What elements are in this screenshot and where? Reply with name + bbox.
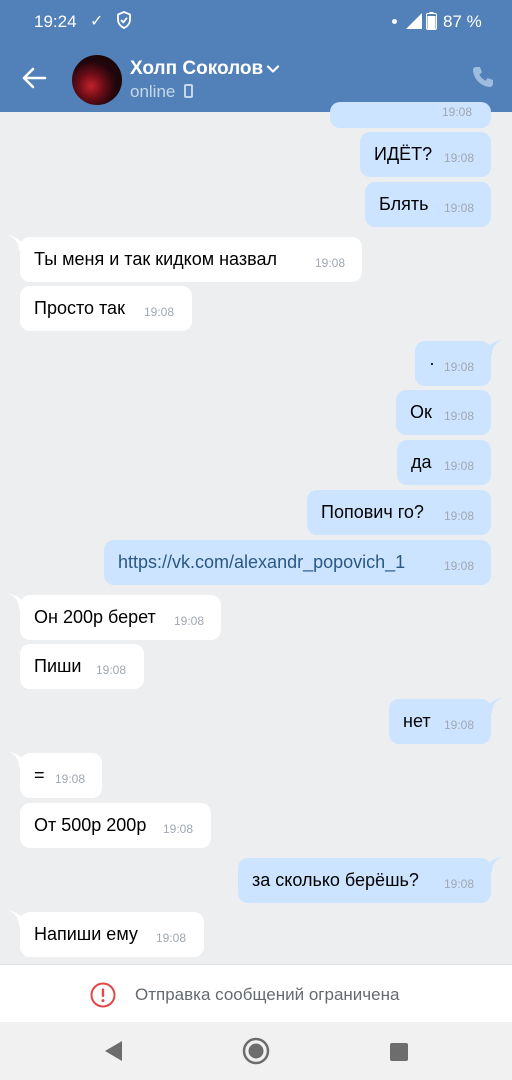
message-time: 19:08 <box>444 559 475 573</box>
message-outgoing[interactable]: Блять 19:08 <box>365 182 491 227</box>
message-incoming[interactable]: Напиши ему 19:08 <box>20 912 204 957</box>
message-outgoing[interactable]: за сколько берёшь? 19:08 <box>238 858 491 903</box>
message-text: Просто так <box>34 298 125 318</box>
message-time: 19:08 <box>163 822 194 836</box>
nav-recents-icon[interactable] <box>390 1043 408 1061</box>
message-link[interactable]: https://vk.com/alexandr_popovich_1 <box>118 552 405 573</box>
message-time: 19:08 <box>174 614 205 628</box>
message-text: Напиши ему <box>34 924 138 944</box>
message-time: 19:08 <box>444 509 475 523</box>
chat-header: 19:24 ✓ 87 % Холп Соколов online <box>0 0 512 112</box>
system-nav-bar <box>0 1022 512 1080</box>
message-outgoing[interactable]: Ок 19:08 <box>396 390 491 435</box>
message-text: Пиши <box>34 656 82 676</box>
message-time: 19:08 <box>444 718 475 732</box>
message-time: 19:08 <box>444 409 475 423</box>
message-outgoing[interactable]: нет 19:08 <box>389 699 491 744</box>
mobile-device-icon <box>184 84 193 98</box>
phone-call-icon[interactable] <box>470 64 496 90</box>
message-incoming[interactable]: = 19:08 <box>20 753 102 798</box>
message-time: 19:08 <box>156 931 187 945</box>
message-time: 19:08 <box>96 663 127 677</box>
messaging-restricted-bar: Отправка сообщений ограничена <box>0 964 512 1022</box>
battery-icon <box>426 12 437 30</box>
message-time: 19:08 <box>55 772 86 786</box>
message-incoming[interactable]: Он 200р берет 19:08 <box>20 595 221 640</box>
message-time: 19:08 <box>315 256 346 270</box>
message-time: 19:08 <box>144 305 175 319</box>
message-outgoing[interactable]: · 19:08 <box>415 341 491 386</box>
message-text: Ты меня и так кидком назвал <box>34 249 277 269</box>
back-arrow-icon[interactable] <box>20 64 48 92</box>
message-text: да <box>411 452 432 472</box>
check-icon: ✓ <box>90 13 104 30</box>
message-outgoing[interactable]: ИДЁТ? 19:08 <box>360 132 491 177</box>
restriction-text: Отправка сообщений ограничена <box>135 985 400 1004</box>
message-outgoing[interactable]: 19:08 <box>330 102 491 128</box>
message-outgoing[interactable]: Попович го? 19:08 <box>307 490 491 535</box>
contact-name[interactable]: Холп Соколов <box>130 58 263 80</box>
notification-dot-icon <box>392 19 397 24</box>
chevron-down-icon[interactable] <box>266 62 280 76</box>
message-time: 19:08 <box>444 151 475 165</box>
nav-back-icon[interactable] <box>102 1039 124 1063</box>
message-text: · <box>429 353 435 373</box>
message-time: 19:08 <box>442 105 473 119</box>
message-outgoing[interactable]: да 19:08 <box>397 440 491 485</box>
message-time: 19:08 <box>444 360 475 374</box>
message-text: за сколько берёшь? <box>252 870 419 890</box>
message-text: нет <box>403 711 431 731</box>
message-text: = <box>34 765 45 785</box>
status-bar: 19:24 ✓ 87 % <box>0 0 512 44</box>
message-text: Блять <box>379 194 429 214</box>
message-time: 19:08 <box>444 459 475 473</box>
presence-status: online <box>130 82 176 101</box>
message-text: Он 200р берет <box>34 607 156 627</box>
message-incoming[interactable]: Просто так 19:08 <box>20 286 192 331</box>
message-incoming[interactable]: От 500р 200р 19:08 <box>20 803 211 848</box>
message-time: 19:08 <box>444 877 475 891</box>
message-time: 19:08 <box>444 201 475 215</box>
message-text: Попович го? <box>321 502 424 522</box>
message-outgoing-link[interactable]: https://vk.com/alexandr_popovich_1 19:08 <box>104 540 491 585</box>
battery-percent: 87 % <box>443 12 482 31</box>
message-incoming[interactable]: Пиши 19:08 <box>20 644 144 689</box>
shield-icon <box>117 11 131 29</box>
nav-home-icon[interactable] <box>242 1037 270 1065</box>
signal-icon <box>406 13 422 29</box>
status-time: 19:24 <box>34 12 77 31</box>
message-text: От 500р 200р <box>34 815 147 835</box>
message-incoming[interactable]: Ты меня и так кидком назвал 19:08 <box>20 237 362 282</box>
message-text: Ок <box>410 402 432 422</box>
avatar[interactable] <box>72 55 122 105</box>
message-text: ИДЁТ? <box>374 144 433 164</box>
alert-circle-icon <box>90 982 116 1008</box>
